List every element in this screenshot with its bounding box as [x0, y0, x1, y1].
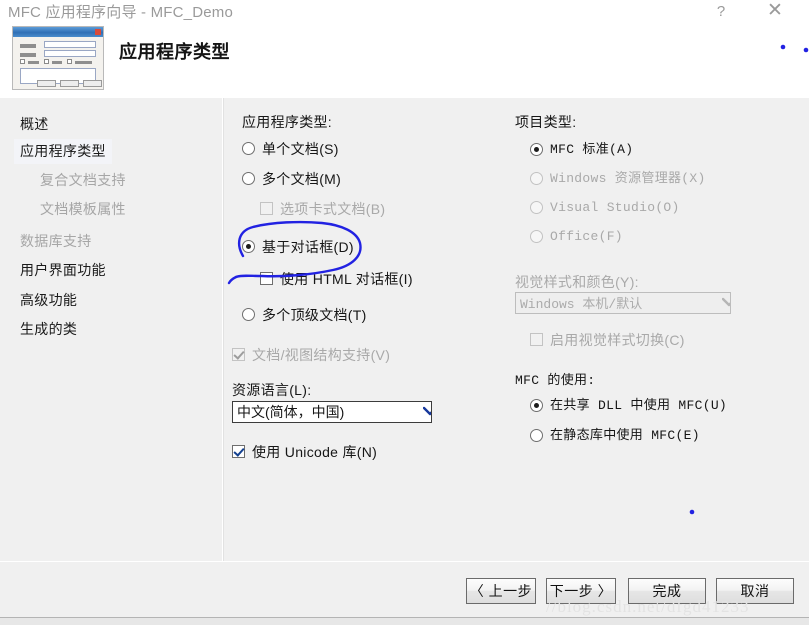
option-use-mfc-in-shared-dll-label: 在共享 DLL 中使用 MFC(U)	[550, 398, 728, 413]
checkbox-use-unicode-libraries[interactable]	[232, 445, 245, 458]
checkbox-document-view-architecture-support	[232, 348, 245, 361]
visual-style-label: 视觉样式和颜色(Y):	[515, 274, 639, 290]
option-use-html-dialog[interactable]: 使用 HTML 对话框(I)	[260, 271, 413, 287]
option-use-mfc-in-static-library-label: 在静态库中使用 MFC(E)	[550, 428, 700, 443]
preview-close-box	[95, 29, 101, 35]
option-use-mfc-in-shared-dll[interactable]: 在共享 DLL 中使用 MFC(U)	[530, 398, 727, 414]
option-use-mfc-in-static-library[interactable]: 在静态库中使用 MFC(E)	[530, 428, 700, 444]
wizard-dialog-preview-icon	[12, 26, 104, 90]
option-use-unicode-libraries[interactable]: 使用 Unicode 库(N)	[232, 444, 377, 460]
radio-mfc-standard[interactable]	[530, 143, 543, 156]
sidebar-item-application-type[interactable]: 应用程序类型	[14, 139, 112, 164]
preview-checkbox-text-1	[28, 61, 39, 64]
watermark-text: //blog.csdn.net/dfgd41233	[546, 597, 750, 616]
sidebar-item-document-template-properties: 文档模板属性	[40, 201, 126, 217]
option-visual-studio-label: Visual Studio(O)	[550, 200, 680, 215]
option-single-document[interactable]: 单个文档(S)	[242, 141, 339, 157]
option-visual-studio: Visual Studio(O)	[530, 200, 680, 216]
sidebar-item-compound-document-support: 复合文档支持	[40, 172, 126, 188]
back-button[interactable]: 〈 上一步	[466, 578, 536, 604]
checkbox-use-html-dialog[interactable]	[260, 272, 273, 285]
visual-style-select: Windows 本机/默认	[515, 292, 731, 314]
mfc-usage-group-label: MFC 的使用:	[515, 373, 596, 388]
preview-titlebar	[13, 27, 103, 37]
preview-button-1	[37, 80, 56, 87]
visual-style-value: Windows 本机/默认	[520, 297, 643, 312]
option-multiple-documents-label: 多个文档(M)	[262, 171, 342, 187]
title-bar: MFC 应用程序向导 - MFC_Demo ? ✕	[0, 0, 809, 26]
application-type-pane: 应用程序类型: 单个文档(S) 多个文档(M) 选项卡式文档(B) 基于对话框(…	[224, 98, 502, 561]
project-type-pane: 项目类型: MFC 标准(A) Windows 资源管理器(X) Visual …	[502, 98, 809, 561]
window-bottom-edge	[0, 617, 809, 625]
checkbox-tabbed-documents	[260, 202, 273, 215]
sidebar-item-user-interface-features[interactable]: 用户界面功能	[14, 258, 112, 283]
option-office-label: Office(F)	[550, 229, 623, 244]
sidebar-item-overview[interactable]: 概述	[14, 112, 55, 137]
option-mfc-standard[interactable]: MFC 标准(A)	[530, 142, 633, 158]
preview-field-2	[44, 50, 96, 57]
preview-label-1	[20, 44, 36, 48]
help-icon[interactable]: ?	[704, 0, 738, 26]
radio-visual-studio	[530, 201, 543, 214]
option-document-view-architecture-support: 文档/视图结构支持(V)	[232, 347, 390, 363]
option-tabbed-documents: 选项卡式文档(B)	[260, 201, 385, 217]
option-dialog-based-label: 基于对话框(D)	[262, 239, 354, 255]
option-multiple-top-level-documents[interactable]: 多个顶级文档(T)	[242, 307, 367, 323]
radio-single-document[interactable]	[242, 142, 255, 155]
radio-windows-explorer	[530, 172, 543, 185]
preview-checkbox-1	[20, 59, 25, 64]
window-title: MFC 应用程序向导 - MFC_Demo	[8, 4, 234, 21]
application-type-group-label: 应用程序类型:	[242, 114, 332, 130]
preview-checkbox-text-3	[75, 61, 92, 64]
checkbox-enable-visual-style-switching	[530, 333, 543, 346]
preview-button-3	[83, 80, 102, 87]
resource-language-select[interactable]: 中文(简体，中国)	[232, 401, 432, 423]
option-multiple-documents[interactable]: 多个文档(M)	[242, 171, 341, 187]
option-mfc-standard-label: MFC 标准(A)	[550, 142, 634, 157]
radio-use-mfc-in-shared-dll[interactable]	[530, 399, 543, 412]
page-title: 应用程序类型	[119, 42, 230, 62]
preview-button-2	[60, 80, 79, 87]
option-enable-visual-style-switching: 启用视觉样式切换(C)	[530, 332, 685, 348]
option-dialog-based[interactable]: 基于对话框(D)	[242, 239, 354, 255]
resource-language-label: 资源语言(L):	[232, 382, 312, 398]
preview-checkbox-text-2	[52, 61, 62, 64]
option-windows-explorer: Windows 资源管理器(X)	[530, 171, 706, 187]
sidebar-item-database-support: 数据库支持	[20, 233, 92, 249]
mfc-application-wizard-window: MFC 应用程序向导 - MFC_Demo ? ✕ 应用程序类型 概述 应用程序…	[0, 0, 809, 625]
option-document-view-architecture-support-label: 文档/视图结构支持(V)	[252, 347, 391, 363]
option-single-document-label: 单个文档(S)	[262, 141, 339, 157]
radio-dialog-based[interactable]	[242, 240, 255, 253]
option-windows-explorer-label: Windows 资源管理器(X)	[550, 171, 706, 186]
preview-field-1	[44, 41, 96, 48]
option-use-unicode-libraries-label: 使用 Unicode 库(N)	[252, 444, 378, 460]
radio-multiple-documents[interactable]	[242, 172, 255, 185]
preview-checkbox-2	[44, 59, 49, 64]
option-multiple-top-level-documents-label: 多个顶级文档(T)	[262, 307, 367, 323]
close-icon[interactable]: ✕	[758, 0, 792, 26]
sidebar-item-advanced-features[interactable]: 高级功能	[14, 288, 83, 313]
wizard-header: 应用程序类型	[0, 26, 809, 98]
option-tabbed-documents-label: 选项卡式文档(B)	[280, 201, 386, 217]
option-use-html-dialog-label: 使用 HTML 对话框(I)	[280, 271, 413, 287]
radio-multiple-top-level-documents[interactable]	[242, 308, 255, 321]
preview-checkbox-3	[67, 59, 72, 64]
radio-office	[530, 230, 543, 243]
sidebar-item-generated-classes[interactable]: 生成的类	[14, 317, 83, 342]
wizard-nav-sidebar: 概述 应用程序类型 复合文档支持 文档模板属性 数据库支持 用户界面功能 高级功…	[0, 98, 222, 561]
project-type-group-label: 项目类型:	[515, 114, 577, 130]
footer-separator	[0, 561, 809, 562]
resource-language-value: 中文(简体，中国)	[237, 404, 345, 420]
preview-label-2	[20, 53, 36, 57]
radio-use-mfc-in-static-library[interactable]	[530, 429, 543, 442]
option-office: Office(F)	[530, 229, 623, 245]
option-enable-visual-style-switching-label: 启用视觉样式切换(C)	[550, 332, 685, 348]
